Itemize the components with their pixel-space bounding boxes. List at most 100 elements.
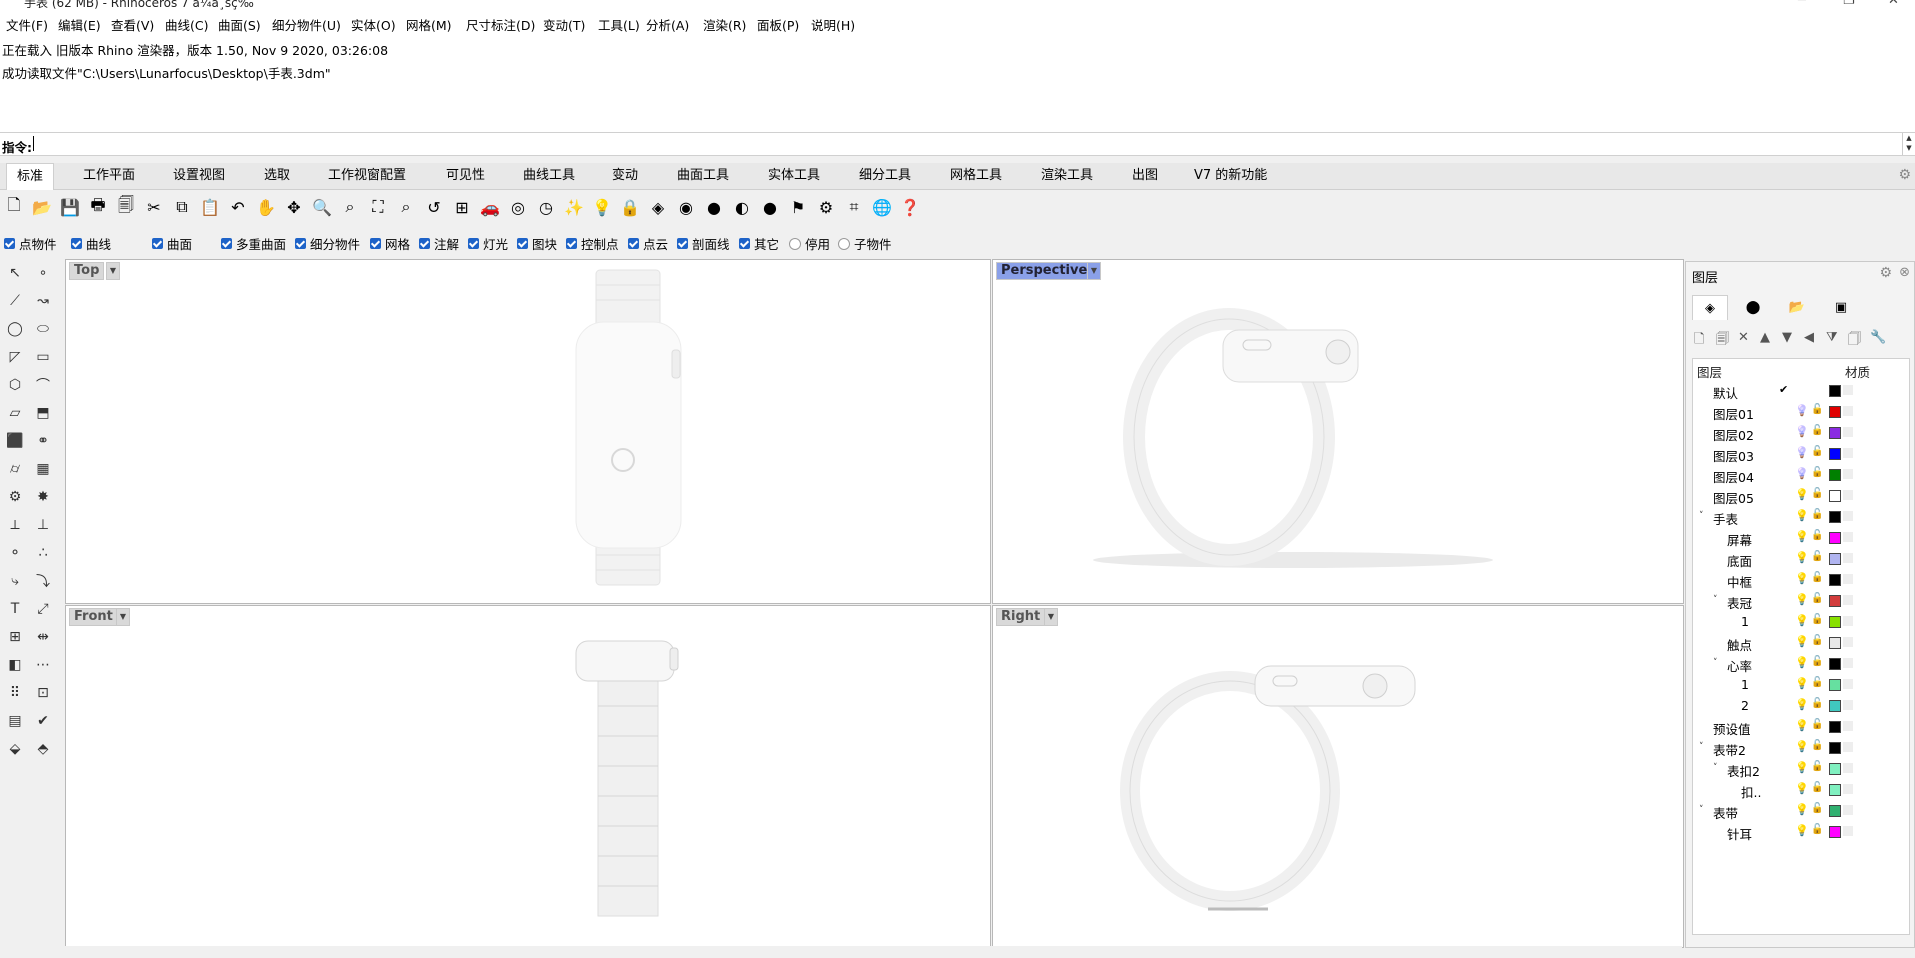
render-sphere-icon[interactable]: ● [758, 195, 782, 219]
unlock-icon[interactable]: 🔓 [1811, 656, 1823, 667]
zoom-icon[interactable]: 🔍 [310, 195, 334, 219]
gears-icon[interactable]: ⚙ [4, 486, 26, 508]
current-layer-check-icon[interactable]: ✔ [1779, 383, 1788, 396]
layer-material-swatch[interactable] [1843, 616, 1853, 626]
filter-blocks[interactable]: 图块 [517, 234, 557, 253]
new-icon[interactable]: 🗋 [2, 195, 26, 219]
select-arrow-icon[interactable]: ↖ [4, 262, 26, 284]
unlock-icon[interactable]: 🔓 [1811, 614, 1823, 625]
zoom-selected-icon[interactable]: ⌕ [394, 195, 418, 219]
tab-viewport-layout[interactable]: 工作视窗配置 [318, 163, 416, 189]
layer-row[interactable]: 屏幕 💡 🔓 [1693, 527, 1909, 548]
light-bulb-icon[interactable]: 💡 [1795, 467, 1809, 480]
menu-tools[interactable]: 工具(L) [598, 15, 640, 34]
analyze-icon[interactable]: ▤ [4, 710, 26, 732]
minimize-icon[interactable]: ─ [1798, 0, 1806, 8]
point-icon[interactable]: ∘ [32, 262, 54, 284]
layer-material-swatch[interactable] [1843, 784, 1853, 794]
checkbox-checked[interactable] [71, 238, 82, 249]
unlock-icon[interactable]: 🔓 [1811, 782, 1823, 793]
layer-material-swatch[interactable] [1843, 406, 1853, 416]
chevron-down-icon[interactable]: ˅ [1699, 742, 1704, 752]
layer-color-swatch[interactable] [1829, 721, 1841, 733]
new-sublayer-icon[interactable]: 🗐 [1716, 330, 1729, 352]
menu-curve[interactable]: 曲线(C) [165, 15, 208, 34]
tab-cplanes[interactable]: 工作平面 [73, 163, 145, 189]
checkbox-checked[interactable] [739, 238, 750, 249]
unlock-icon[interactable]: 🔓 [1811, 446, 1823, 457]
mirror-icon[interactable]: ⇹ [32, 626, 54, 648]
layer-material-swatch[interactable] [1843, 553, 1853, 563]
tools-icon[interactable]: 🔧 [1870, 330, 1886, 345]
filter-icon[interactable]: ⧩ [1826, 330, 1838, 345]
layer-row[interactable]: 1 💡 🔓 [1693, 611, 1909, 632]
light-bulb-icon[interactable]: 💡 [1795, 488, 1809, 501]
light-bulb-icon[interactable]: 💡 [1795, 530, 1809, 543]
materials-tab-icon[interactable]: ⬤ [1736, 295, 1770, 319]
light-bulb-icon[interactable]: 💡 [1795, 404, 1809, 417]
tab-mesh-tools[interactable]: 网格工具 [940, 163, 1012, 189]
layer-material-swatch[interactable] [1843, 700, 1853, 710]
layer-row[interactable]: ˅ 表冠 💡 🔓 [1693, 590, 1909, 611]
unlock-icon[interactable]: 🔓 [1811, 530, 1823, 541]
chevron-down-icon[interactable]: ˅ [1699, 805, 1704, 815]
checkbox-checked[interactable] [517, 238, 528, 249]
layer-material-swatch[interactable] [1843, 805, 1853, 815]
move-up-icon[interactable]: ▲ [1760, 330, 1770, 345]
layer-name[interactable]: 心率 [1727, 656, 1752, 675]
tab-surface-tools[interactable]: 曲面工具 [667, 163, 739, 189]
layer-name[interactable]: 2 [1741, 698, 1749, 713]
unlock-icon[interactable]: 🔓 [1811, 404, 1823, 415]
viewport-top[interactable]: Top ▼ [65, 259, 991, 604]
menu-view[interactable]: 查看(V) [111, 15, 154, 34]
zoom-window-icon[interactable]: ⌕ [338, 195, 362, 219]
filter-polysurfaces[interactable]: 多重曲面 [221, 234, 286, 253]
unlock-icon[interactable]: 🔓 [1811, 719, 1823, 730]
box-icon[interactable]: ⬛ [4, 430, 26, 452]
layer-name[interactable]: 图层04 [1713, 467, 1754, 486]
layer-name[interactable]: 预设值 [1713, 719, 1751, 738]
extrude-icon[interactable]: ⬒ [32, 402, 54, 424]
menu-file[interactable]: 文件(F) [6, 15, 48, 34]
unlock-icon[interactable]: 🔓 [1811, 761, 1823, 772]
pan-icon[interactable]: ✋ [254, 195, 278, 219]
layer-row[interactable]: ˅ 表带2 💡 🔓 [1693, 737, 1909, 758]
layer-color-swatch[interactable] [1829, 763, 1841, 775]
tab-curve-tools[interactable]: 曲线工具 [513, 163, 585, 189]
layer-name[interactable]: 手表 [1713, 509, 1738, 528]
layer-row[interactable]: 底面 💡 🔓 [1693, 548, 1909, 569]
layer-material-swatch[interactable] [1843, 385, 1853, 395]
checkbox-checked[interactable] [677, 238, 688, 249]
light-bulb-icon[interactable]: 💡 [1795, 782, 1809, 795]
layer-row[interactable]: 图层05 💡 🔓 [1693, 485, 1909, 506]
print-icon[interactable]: 🖶 [86, 195, 110, 219]
layer-material-swatch[interactable] [1843, 574, 1853, 584]
circle-icon[interactable]: ◯ [4, 318, 26, 340]
light-bulb-icon[interactable]: 💡 [1795, 740, 1809, 753]
copy-layer-icon[interactable]: 🗍 [1848, 330, 1861, 352]
layer-row[interactable]: ˅ 表带 💡 🔓 [1693, 800, 1909, 821]
menu-dimension[interactable]: 尺寸标注(D) [466, 15, 535, 34]
menu-analyze[interactable]: 分析(A) [646, 15, 689, 34]
tab-select[interactable]: 选取 [254, 163, 300, 189]
dimension-icon[interactable]: ⋯ [32, 654, 54, 676]
layer-color-swatch[interactable] [1829, 532, 1841, 544]
import-icon[interactable]: 🗐 [114, 195, 138, 219]
layer-row[interactable]: 图层02 💡 🔓 [1693, 422, 1909, 443]
grid-array-icon[interactable]: ⠿ [4, 682, 26, 704]
layer-color-swatch[interactable] [1829, 637, 1841, 649]
viewport-perspective[interactable]: Perspective ▼ [992, 259, 1684, 604]
unlock-icon[interactable]: 🔓 [1811, 677, 1823, 688]
unlock-icon[interactable]: 🔓 [1811, 572, 1823, 583]
layer-material-swatch[interactable] [1843, 511, 1853, 521]
layer-row[interactable]: 预设值 💡 🔓 [1693, 716, 1909, 737]
layer-name[interactable]: 扣.. [1741, 782, 1761, 801]
cut-icon[interactable]: ✂ [142, 195, 166, 219]
layer-row[interactable]: 2 💡 🔓 [1693, 695, 1909, 716]
filter-surfaces[interactable]: 曲面 [152, 234, 192, 253]
rectangle-icon[interactable]: ▭ [32, 346, 54, 368]
maximize-icon[interactable]: ❐ [1843, 0, 1855, 8]
layers-icon[interactable]: ◈ [646, 195, 670, 219]
checkbox-checked[interactable] [628, 238, 639, 249]
layer-color-swatch[interactable] [1829, 700, 1841, 712]
